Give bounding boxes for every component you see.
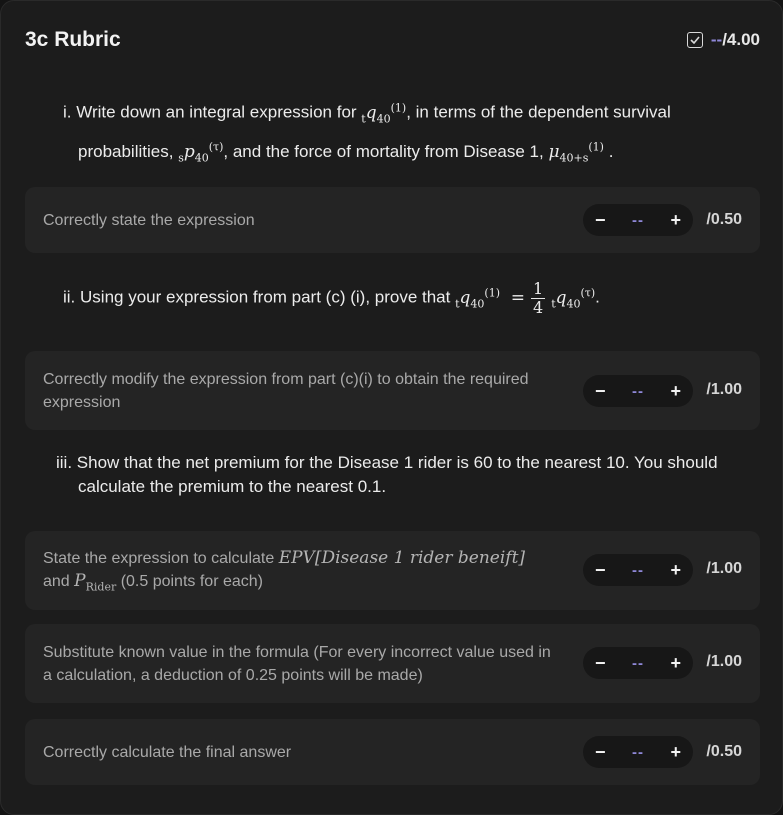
checkbox-icon[interactable] xyxy=(686,32,703,48)
math-p-rider: PRider xyxy=(74,571,117,594)
question-iii: iii. Show that the net premium for the D… xyxy=(56,451,736,499)
score-value: -- xyxy=(632,211,644,229)
plus-icon[interactable]: + xyxy=(670,560,681,581)
math-fraction: 14 xyxy=(531,278,546,317)
plus-icon[interactable]: + xyxy=(670,742,681,763)
plus-icon[interactable]: + xyxy=(670,381,681,402)
math-sp40-tau: sp40(τ) xyxy=(178,140,224,165)
score-stepper: − -- + xyxy=(583,736,693,768)
math-equals: = xyxy=(510,287,525,308)
question-number: iii. xyxy=(56,453,73,472)
question-number: i. xyxy=(63,102,72,122)
question-ii: ii. Using your expression from part (c) … xyxy=(63,278,600,317)
criterion-max: /1.00 xyxy=(706,560,742,577)
criterion-label: Correctly calculate the final answer xyxy=(43,744,292,761)
criterion-4: Substitute known value in the formula (F… xyxy=(25,624,760,703)
score-stepper: − -- + xyxy=(583,647,693,679)
question-number: ii. xyxy=(63,287,76,307)
score-value: -- xyxy=(632,654,644,672)
criterion-5: Correctly calculate the final answer − -… xyxy=(25,719,760,785)
math-tq40-1: tq40(1) xyxy=(455,286,501,311)
minus-icon[interactable]: − xyxy=(595,210,606,231)
question-text: Write down an integral expression for xyxy=(76,102,357,122)
plus-icon[interactable]: + xyxy=(670,210,681,231)
score-value: -- xyxy=(632,382,644,400)
criterion-max: /1.00 xyxy=(706,381,742,398)
score-value: -- xyxy=(632,743,644,761)
score-stepper: − -- + xyxy=(583,375,693,407)
question-text: probabilities, xyxy=(78,141,174,161)
question-text: , and the force of mortality from Diseas… xyxy=(223,141,544,161)
question-text: Using your expression from part (c) (i),… xyxy=(80,287,451,307)
math-tq40-1: tq40(1) xyxy=(361,101,407,126)
minus-icon[interactable]: − xyxy=(595,560,606,581)
plus-icon[interactable]: + xyxy=(670,653,681,674)
criterion-label: Correctly state the expression xyxy=(43,212,255,229)
total-score: --/4.00 xyxy=(686,30,760,50)
criterion-1: Correctly state the expression − -- + /0… xyxy=(25,187,760,253)
rubric-title: 3c Rubric xyxy=(25,28,121,51)
question-text: calculate the premium to the nearest 0.1… xyxy=(78,477,387,496)
question-i: i. Write down an integral expression for… xyxy=(63,94,743,172)
question-text: , in terms of the dependent survival xyxy=(406,102,671,122)
criterion-2: Correctly modify the expression from par… xyxy=(25,351,760,430)
criterion-label: Correctly modify the expression from par… xyxy=(43,371,529,411)
minus-icon[interactable]: − xyxy=(595,381,606,402)
criterion-label: Substitute known value in the formula (F… xyxy=(43,644,551,684)
math-epv: EPV[Disease 1 rider beneift] xyxy=(278,548,526,568)
question-text: . xyxy=(608,141,614,161)
total-score-value: -- xyxy=(710,30,723,49)
score-stepper: − -- + xyxy=(583,554,693,586)
criterion-3: State the expression to calculate EPV[Di… xyxy=(25,531,760,610)
score-value: -- xyxy=(632,561,644,579)
math-mu-40s: μ40+s(1) xyxy=(548,140,604,165)
score-stepper: − -- + xyxy=(583,204,693,236)
minus-icon[interactable]: − xyxy=(595,742,606,763)
rubric-panel: 3c Rubric --/4.00 i. Write down an integ… xyxy=(0,0,783,815)
question-text: Show that the net premium for the Diseas… xyxy=(76,453,718,472)
minus-icon[interactable]: − xyxy=(595,653,606,674)
criterion-max: /1.00 xyxy=(706,653,742,670)
total-score-max: /4.00 xyxy=(722,30,760,49)
math-tq40-tau: tq40(τ) xyxy=(551,286,596,311)
criterion-max: /0.50 xyxy=(706,743,742,760)
criterion-label: State the expression to calculate EPV[Di… xyxy=(43,548,526,594)
criterion-max: /0.50 xyxy=(706,211,742,228)
